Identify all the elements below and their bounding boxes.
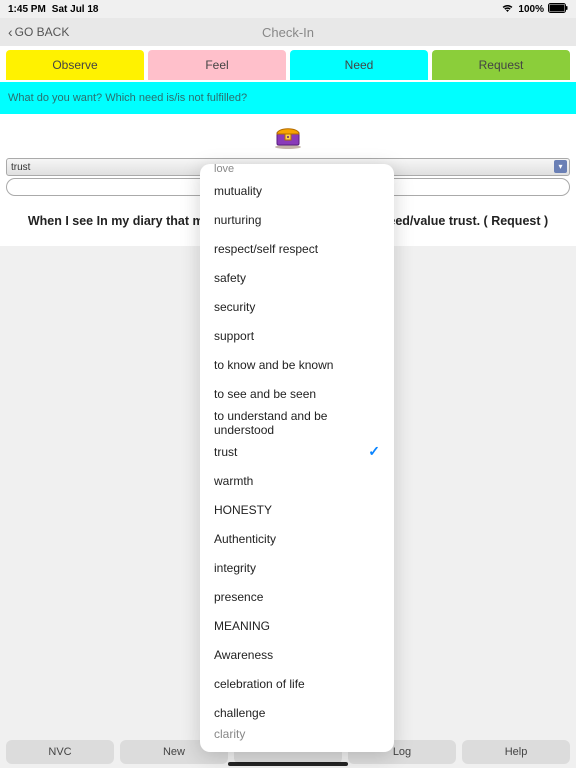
- battery-icon: [548, 3, 568, 16]
- dropdown-item[interactable]: integrity: [200, 553, 394, 582]
- home-indicator[interactable]: [228, 762, 348, 766]
- status-date: Sat Jul 18: [52, 4, 99, 15]
- select-value: trust: [11, 162, 30, 173]
- dropdown-item-label: celebration of life: [214, 677, 305, 691]
- back-button[interactable]: ‹ GO BACK: [0, 24, 77, 40]
- tab-request[interactable]: Request: [432, 50, 570, 80]
- chevron-left-icon: ‹: [8, 24, 13, 40]
- tab-row: Observe Feel Need Request: [0, 46, 576, 82]
- select-arrow-icon: ▾: [554, 160, 567, 173]
- dropdown-item[interactable]: respect/self respect: [200, 234, 394, 263]
- dropdown-item-label: mutuality: [214, 184, 262, 198]
- dropdown-item-label: safety: [214, 271, 246, 285]
- dropdown-item-label: trust: [214, 445, 237, 459]
- dropdown-item[interactable]: warmth: [200, 466, 394, 495]
- dropdown-item-label: to see and be seen: [214, 387, 316, 401]
- tab-feel[interactable]: Feel: [148, 50, 286, 80]
- dropdown-item[interactable]: presence: [200, 582, 394, 611]
- dropdown-item-label: to understand and be understood: [214, 409, 380, 437]
- prompt-text: What do you want? Which need is/is not f…: [0, 82, 576, 114]
- help-button[interactable]: Help: [462, 740, 570, 764]
- dropdown-item[interactable]: safety: [200, 263, 394, 292]
- dropdown-item[interactable]: to see and be seen: [200, 379, 394, 408]
- dropdown-item[interactable]: security: [200, 292, 394, 321]
- dropdown-item-label: to know and be known: [214, 358, 333, 372]
- dropdown-item[interactable]: HONESTY: [200, 495, 394, 524]
- dropdown-item-label: respect/self respect: [214, 242, 318, 256]
- dropdown-item[interactable]: Awareness: [200, 640, 394, 669]
- nvc-button[interactable]: NVC: [6, 740, 114, 764]
- dropdown-item[interactable]: celebration of life: [200, 669, 394, 698]
- dropdown-item[interactable]: Authenticity: [200, 524, 394, 553]
- dropdown-item[interactable]: to understand and be understood: [200, 408, 394, 437]
- dropdown-item[interactable]: nurturing: [200, 205, 394, 234]
- status-bar: 1:45 PM Sat Jul 18 100%: [0, 0, 576, 18]
- dropdown-item-label: warmth: [214, 474, 253, 488]
- dropdown-item[interactable]: love: [200, 164, 394, 176]
- dropdown-item-label: challenge: [214, 706, 265, 720]
- tab-observe[interactable]: Observe: [6, 50, 144, 80]
- wifi-icon: [501, 3, 514, 16]
- dropdown-item[interactable]: support: [200, 321, 394, 350]
- dropdown-item-label: security: [214, 300, 255, 314]
- dropdown-item[interactable]: challenge: [200, 698, 394, 727]
- dropdown-item-label: HONESTY: [214, 503, 272, 517]
- dropdown-item[interactable]: clarity: [200, 727, 394, 741]
- dropdown-item-label: Authenticity: [214, 532, 276, 546]
- need-dropdown[interactable]: love mutuality nurturing respect/self respe…: [200, 164, 394, 752]
- check-icon: ✓: [368, 443, 380, 460]
- dropdown-item-label: MEANING: [214, 619, 270, 633]
- dropdown-item[interactable]: trust ✓: [200, 437, 394, 466]
- back-label: GO BACK: [15, 25, 70, 39]
- dropdown-item[interactable]: mutuality: [200, 176, 394, 205]
- nav-bar: ‹ GO BACK Check-In: [0, 18, 576, 46]
- tab-need[interactable]: Need: [290, 50, 428, 80]
- page-title: Check-In: [262, 25, 314, 40]
- dropdown-item-label: support: [214, 329, 254, 343]
- battery-percent: 100%: [518, 4, 544, 15]
- dropdown-item[interactable]: MEANING: [200, 611, 394, 640]
- treasure-chest-icon[interactable]: [271, 121, 305, 149]
- dropdown-item[interactable]: to know and be known: [200, 350, 394, 379]
- status-time: 1:45 PM: [8, 4, 46, 15]
- dropdown-item-label: nurturing: [214, 213, 261, 227]
- dropdown-item-label: presence: [214, 590, 263, 604]
- dropdown-item-label: integrity: [214, 561, 256, 575]
- sentence-pre: When I see In my diary that my: [28, 214, 211, 228]
- dropdown-item-label: Awareness: [214, 648, 273, 662]
